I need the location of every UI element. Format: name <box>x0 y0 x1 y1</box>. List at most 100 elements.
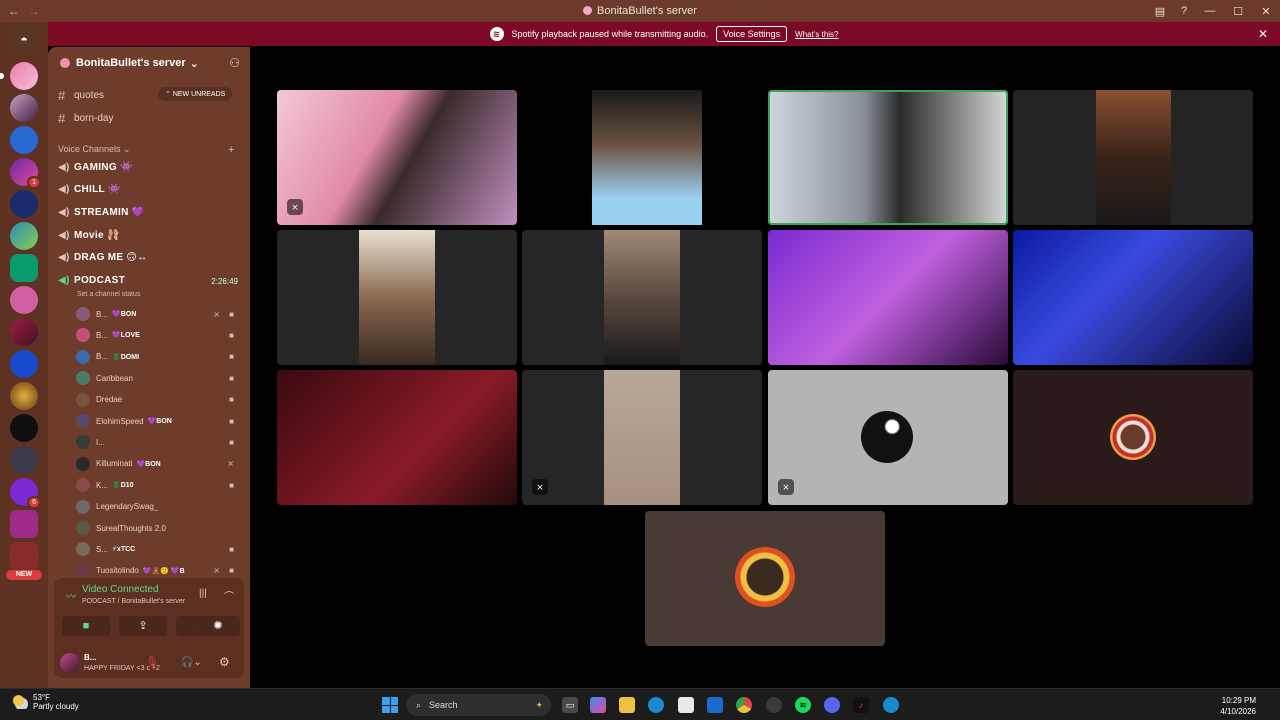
user-name: B... <box>84 653 97 662</box>
server-icon[interactable]: 1 <box>10 158 41 189</box>
server-icon[interactable] <box>10 286 38 314</box>
server-icon[interactable] <box>10 318 38 346</box>
voice-user[interactable]: B... 💲DOMI ■ <box>76 347 242 367</box>
edge-icon[interactable] <box>648 697 664 713</box>
server-icon[interactable] <box>10 382 38 410</box>
inbox-icon[interactable]: ▤ <box>1148 5 1172 18</box>
soundboard-button[interactable]: ✺ <box>196 616 240 636</box>
signal-icon[interactable]: 〰 <box>66 588 76 603</box>
server-icon[interactable] <box>10 414 38 442</box>
tiktok-icon[interactable]: ♪ <box>853 697 869 713</box>
voice-channel-streamin[interactable]: ◀) STREAMIN 💜 <box>58 202 144 222</box>
avatar[interactable] <box>60 653 80 673</box>
voice-channel-drag-me[interactable]: ◀) DRAG ME 🙃↔ <box>58 247 147 267</box>
video-tile[interactable] <box>645 511 885 646</box>
voice-user[interactable]: LegendarySwag_ <box>76 497 242 517</box>
voice-channel-movie[interactable]: ◀) Movie 🩰 <box>58 225 120 245</box>
voice-user[interactable]: I... ■ <box>76 432 242 452</box>
mail-icon[interactable] <box>707 697 723 713</box>
minimize-button[interactable]: — <box>1196 5 1224 17</box>
video-tile[interactable]: ⨯ <box>277 90 517 225</box>
channel-status[interactable]: Set a channel status <box>77 291 140 298</box>
new-unreads-badge[interactable]: ⌃ NEW UNREADS <box>158 87 233 101</box>
voice-channel-gaming[interactable]: ◀) GAMING 👾 <box>58 157 133 177</box>
video-tile[interactable]: ⨯ <box>522 370 762 505</box>
voice-settings-button[interactable]: Voice Settings <box>716 26 788 42</box>
channel-quotes[interactable]: # quotes <box>58 85 104 105</box>
noise-suppression-icon[interactable]: ||| <box>199 588 207 599</box>
server-icon[interactable] <box>10 222 38 250</box>
headphones-icon[interactable]: 🎧⌄ <box>181 657 202 668</box>
video-tile[interactable]: ⨯ <box>768 370 1008 505</box>
new-badge: NEW <box>6 570 42 580</box>
back-arrow-icon[interactable]: ← <box>8 4 20 18</box>
mute-icon[interactable]: 🎙 <box>146 657 159 668</box>
forward-arrow-icon[interactable]: → <box>28 4 40 18</box>
voice-user[interactable]: K... 💲D10 ■ <box>76 475 242 495</box>
voice-user[interactable]: S... ⚡xTCC ■ <box>76 539 242 559</box>
voice-user[interactable]: Caribbean ■ <box>76 368 242 388</box>
close-window-button[interactable]: ✕ <box>1252 5 1280 18</box>
video-tile[interactable] <box>277 230 517 365</box>
server-icon[interactable] <box>10 254 38 282</box>
server-icon[interactable] <box>10 446 38 474</box>
server-icon[interactable]: NEW <box>6 542 42 580</box>
camera-icon: ■ <box>229 330 234 340</box>
whats-this-link[interactable]: What's this? <box>795 30 838 39</box>
voice-user[interactable]: Dredae ■ <box>76 390 242 410</box>
voice-user[interactable]: ElohimSpeed 💜BON ■ <box>76 411 242 431</box>
video-tile[interactable] <box>768 230 1008 365</box>
video-tile[interactable] <box>1013 90 1253 225</box>
spotify-icon: ≋ <box>489 27 504 41</box>
help-icon[interactable]: ? <box>1172 5 1196 17</box>
voice-user[interactable]: SurealThoughts 2.0 <box>76 518 242 538</box>
server-icon[interactable] <box>10 190 38 218</box>
weather-widget[interactable]: 53°F Partly cloudy <box>12 693 79 711</box>
github-icon[interactable] <box>766 697 782 713</box>
screen-share-button[interactable]: ⇪ <box>119 616 167 636</box>
close-banner-icon[interactable]: ✕ <box>1258 27 1268 41</box>
video-tile-speaking[interactable] <box>768 90 1008 225</box>
camera-button[interactable]: ■ <box>62 616 110 636</box>
server-icon[interactable] <box>10 126 38 154</box>
server-icon[interactable] <box>0 62 38 90</box>
voice-user[interactable]: Killuminati 💜BON ⨯ <box>76 454 242 474</box>
voice-channel-chill[interactable]: ◀) CHILL 👾 <box>58 179 121 199</box>
spotify-icon[interactable]: ≋ <box>795 697 811 713</box>
system-clock[interactable]: 10:29 PM 4/10/2026 <box>1220 695 1256 717</box>
voice-channel-podcast[interactable]: ◀) PODCAST <box>58 270 125 290</box>
server-icon[interactable] <box>10 94 38 122</box>
video-tile[interactable] <box>277 370 517 505</box>
user-tag: 💲DOMI <box>112 353 140 361</box>
discord-home-icon[interactable]: ◓ <box>10 26 38 54</box>
taskbar-search[interactable]: ⌕ Search ✦ <box>406 694 551 716</box>
server-icon[interactable] <box>10 510 38 538</box>
maximize-button[interactable]: ☐ <box>1224 5 1252 18</box>
disconnect-icon[interactable]: ⌒ <box>224 588 234 603</box>
windows-start-icon[interactable] <box>382 697 398 713</box>
video-tile[interactable] <box>1013 230 1253 365</box>
voice-user[interactable]: B... 💜LOVE ■ <box>76 325 242 345</box>
video-tile[interactable] <box>522 230 762 365</box>
copilot-icon[interactable] <box>590 697 606 713</box>
camera-icon: ■ <box>229 352 234 362</box>
app-icon[interactable] <box>883 697 899 713</box>
invite-icon[interactable]: ⚇ <box>229 56 240 70</box>
server-header[interactable]: BonitaBullet's server ⌄ ⚇ <box>48 47 250 79</box>
speaker-icon: ◀) <box>58 206 70 218</box>
file-explorer-icon[interactable] <box>619 697 635 713</box>
video-tile[interactable] <box>1013 370 1253 505</box>
voice-channels-header[interactable]: Voice Channels ⌄ + <box>58 144 234 156</box>
gear-icon[interactable]: ⚙ <box>219 655 230 669</box>
server-icon[interactable] <box>10 350 38 378</box>
connection-location[interactable]: PODCAST / BonitaBullet's server <box>82 598 185 605</box>
add-channel-icon[interactable]: + <box>228 144 234 156</box>
store-icon[interactable] <box>678 697 694 713</box>
discord-icon[interactable] <box>824 697 840 713</box>
task-view-icon[interactable]: ▭ <box>562 697 578 713</box>
video-tile[interactable] <box>522 90 762 225</box>
chrome-icon[interactable] <box>736 697 752 713</box>
voice-user[interactable]: B... 💜BON ■ ⨯ <box>76 304 242 324</box>
server-icon[interactable]: 6 <box>10 478 41 509</box>
channel-born-day[interactable]: # born-day <box>58 108 113 128</box>
